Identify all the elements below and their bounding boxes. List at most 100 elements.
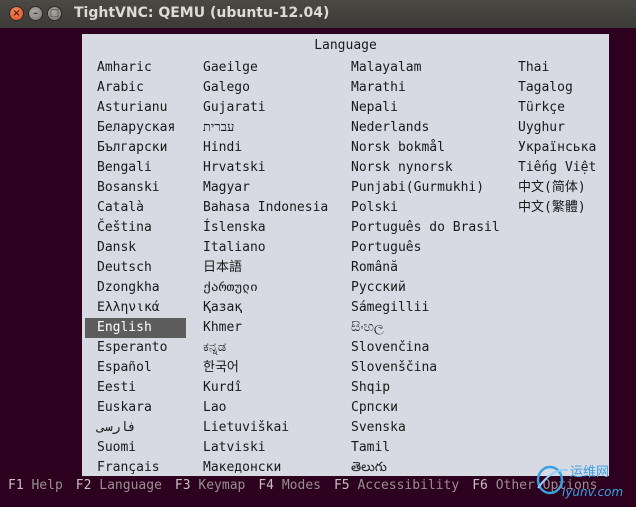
language-option[interactable]: Eesti (97, 378, 136, 398)
language-option[interactable]: Bosanski (97, 178, 160, 198)
language-option[interactable]: Thai (518, 58, 549, 78)
language-option[interactable]: Gaeilge (203, 58, 258, 78)
language-option[interactable]: Tiếng Việt (518, 158, 596, 178)
minimize-icon: – (33, 8, 38, 19)
language-option[interactable]: Türkçe (518, 98, 565, 118)
language-option[interactable]: 日本語 (203, 258, 242, 278)
close-icon: × (12, 8, 21, 19)
language-option[interactable]: Íslenska (203, 218, 266, 238)
language-option[interactable]: Asturianu (97, 98, 167, 118)
function-key-label: Modes (281, 478, 321, 493)
language-option[interactable]: Nederlands (351, 118, 429, 138)
language-option[interactable]: Slovenščina (351, 358, 437, 378)
language-option[interactable]: English (85, 318, 186, 338)
language-option[interactable]: Català (97, 198, 144, 218)
language-option[interactable]: Amharic (97, 58, 152, 78)
language-option[interactable]: Português do Brasil (351, 218, 500, 238)
language-option[interactable]: Arabic (97, 78, 144, 98)
language-option[interactable]: ქართული (203, 278, 258, 298)
language-option[interactable]: Čeština (97, 218, 152, 238)
language-option[interactable]: Khmer (203, 318, 242, 338)
watermark-logo: 运维网 iyunv.com (536, 465, 623, 499)
language-option[interactable]: Bengali (97, 158, 152, 178)
language-option[interactable]: Беларуская (97, 118, 175, 138)
function-key-code: F6 (472, 478, 488, 493)
language-option[interactable]: Esperanto (97, 338, 167, 358)
language-option[interactable]: Română (351, 258, 398, 278)
function-key-f2[interactable]: F2 Language (76, 478, 162, 493)
function-key-code: F1 (8, 478, 24, 493)
maximize-window-button[interactable]: □ (47, 6, 62, 21)
function-key-code: F4 (258, 478, 275, 493)
language-option[interactable]: Malayalam (351, 58, 421, 78)
dialog-title: Language (314, 38, 377, 53)
language-option[interactable]: 中文(繁體) (518, 198, 586, 218)
language-option[interactable]: فارسی (97, 418, 136, 438)
function-key-label: Language (99, 478, 162, 493)
watermark-url: iyunv.com (562, 485, 623, 499)
function-key-code: F5 (333, 478, 350, 493)
function-key-label: Accessibility (357, 478, 460, 493)
language-option[interactable]: Latviski (203, 438, 266, 458)
language-option[interactable]: Shqip (351, 378, 390, 398)
language-option[interactable]: Italiano (203, 238, 266, 258)
language-option[interactable]: Norsk bokmål (351, 138, 445, 158)
language-option[interactable]: Galego (203, 78, 250, 98)
language-option[interactable]: Punjabi(Gurmukhi) (351, 178, 484, 198)
function-key-label: Keymap (198, 478, 246, 493)
language-option[interactable]: Nepali (351, 98, 398, 118)
language-option[interactable]: ಕನ್ನಡ (203, 338, 226, 358)
function-key-label: Help (31, 478, 63, 493)
language-option[interactable]: 中文(简体) (518, 178, 586, 198)
language-option[interactable]: עברית (203, 118, 234, 138)
language-option[interactable]: Norsk nynorsk (351, 158, 453, 178)
language-option[interactable]: Hindi (203, 138, 242, 158)
language-option[interactable]: Қазақ (203, 298, 242, 318)
function-key-f5[interactable]: F5 Accessibility (334, 478, 459, 493)
language-option[interactable]: Suomi (97, 438, 136, 458)
function-key-bar: F1 Help F2 Language F3 Keymap F4 Modes F5 Ac… (8, 478, 610, 493)
language-option[interactable]: සිංහල (351, 318, 384, 338)
language-option[interactable]: Tagalog (518, 78, 573, 98)
language-option[interactable]: Lao (203, 398, 226, 418)
function-key-code: F3 (174, 478, 191, 493)
language-option[interactable]: Русский (351, 278, 406, 298)
language-option[interactable]: Lietuviškai (203, 418, 289, 438)
language-option[interactable]: Deutsch (97, 258, 152, 278)
language-option[interactable]: 한국어 (203, 358, 239, 378)
maximize-icon: □ (49, 8, 60, 19)
language-option[interactable]: తెలుగు (351, 458, 387, 478)
function-key-f3[interactable]: F3 Keymap (175, 478, 245, 493)
language-option[interactable]: Sámegillii (351, 298, 429, 318)
language-option[interactable]: Dansk (97, 238, 136, 258)
language-option[interactable]: Marathi (351, 78, 406, 98)
language-option[interactable]: Tamil (351, 438, 390, 458)
language-option[interactable]: Gujarati (203, 98, 266, 118)
language-option[interactable]: Hrvatski (203, 158, 266, 178)
language-option[interactable]: Български (97, 138, 167, 158)
language-option[interactable]: Euskara (97, 398, 152, 418)
language-option[interactable]: Magyar (203, 178, 250, 198)
window-title: TightVNC: QEMU (ubuntu-12.04) (74, 5, 330, 21)
language-option[interactable]: Kurdî (203, 378, 242, 398)
watermark-text: 运维网 (570, 465, 609, 480)
close-window-button[interactable]: × (9, 6, 24, 21)
language-option[interactable]: Français (97, 458, 160, 478)
language-option[interactable]: Polski (351, 198, 398, 218)
window-titlebar[interactable]: × – □ TightVNC: QEMU (ubuntu-12.04) (0, 0, 636, 29)
language-option[interactable]: Dzongkha (97, 278, 160, 298)
function-key-code: F2 (75, 478, 92, 493)
minimize-window-button[interactable]: – (28, 6, 43, 21)
language-option[interactable]: Português (351, 238, 421, 258)
language-option[interactable]: Svenska (351, 418, 406, 438)
language-option[interactable]: Español (97, 358, 152, 378)
language-option[interactable]: Uyghur (518, 118, 565, 138)
language-option[interactable]: Українська (518, 138, 596, 158)
language-option[interactable]: Bahasa Indonesia (203, 198, 328, 218)
function-key-f4[interactable]: F4 Modes (258, 478, 321, 493)
language-option[interactable]: Slovenčina (351, 338, 429, 358)
language-option[interactable]: Македонски (203, 458, 281, 478)
language-option[interactable]: Српски (351, 398, 398, 418)
function-key-f1[interactable]: F1 Help (8, 478, 63, 493)
language-option[interactable]: Ελληνικά (97, 298, 160, 318)
